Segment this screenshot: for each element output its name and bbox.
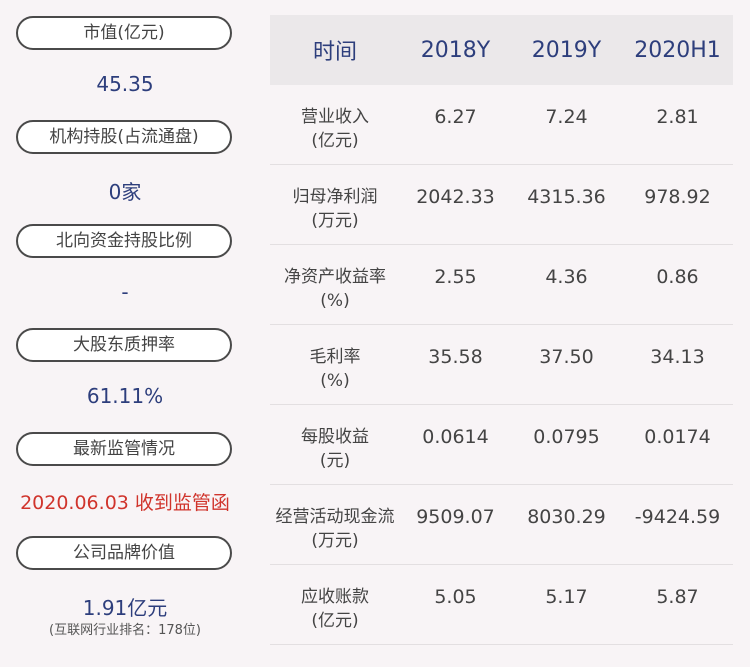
table-row: 应收账款 (亿元) 5.05 5.17 5.87 (270, 565, 733, 645)
table-header: 时间 2018Y 2019Y 2020H1 (270, 15, 733, 85)
institutional-holdings-label: 机构持股(占流通盘) (16, 120, 232, 154)
table-cell: 9509.07 (416, 506, 495, 528)
brand-rank-note: (互联网行业排名：178位) (49, 623, 201, 638)
table-row: 营业收入 (亿元) 6.27 7.24 2.81 (270, 85, 733, 165)
table-cell: 2042.33 (416, 186, 495, 208)
table-cell: 5.05 (434, 586, 477, 608)
table-row: 经营活动现金流 (万元) 9509.07 8030.29 -9424.59 (270, 485, 733, 565)
institutional-holdings-value: 0家 (108, 180, 142, 204)
table-row: 每股收益 (元) 0.0614 0.0795 0.0174 (270, 405, 733, 485)
stock-summary-panel: 市值(亿元) 45.35 机构持股(占流通盘) 0家 北向资金持股比例 - 大股… (0, 0, 250, 667)
table-cell: 2.55 (434, 266, 477, 288)
pledge-ratio-value: 61.11% (86, 384, 164, 408)
table-cell: 8030.29 (527, 506, 606, 528)
northbound-ratio-label: 北向资金持股比例 (16, 224, 232, 258)
table-cell: 5.17 (545, 586, 588, 608)
header-2020h1: 2020H1 (634, 37, 721, 63)
table-cell: 978.92 (644, 186, 711, 208)
row-label: 归母净利润 (万元) (292, 187, 378, 231)
table-cell: 37.50 (539, 346, 594, 368)
table-cell: 0.86 (656, 266, 699, 288)
pledge-ratio-label: 大股东质押率 (16, 328, 232, 362)
northbound-ratio-value: - (121, 280, 129, 304)
table-cell: 0.0174 (644, 426, 711, 448)
table-cell: 6.27 (434, 106, 477, 128)
market-cap-value: 45.35 (96, 72, 154, 96)
table-cell: 0.0614 (422, 426, 489, 448)
market-cap-label: 市值(亿元) (16, 16, 232, 50)
brand-value-label: 公司品牌价值 (16, 536, 232, 570)
financial-table: 时间 2018Y 2019Y 2020H1 营业收入 (亿元) 6.27 7.24… (270, 15, 733, 645)
row-label: 经营活动现金流 (万元) (275, 507, 395, 551)
header-2019: 2019Y (531, 37, 602, 63)
table-row: 归母净利润 (万元) 2042.33 4315.36 978.92 (270, 165, 733, 245)
table-row: 净资产收益率 (%) 2.55 4.36 0.86 (270, 245, 733, 325)
table-cell: 34.13 (650, 346, 705, 368)
table-cell: -9424.59 (634, 506, 721, 528)
row-label: 营业收入 (亿元) (301, 107, 369, 151)
table-cell: 5.87 (656, 586, 699, 608)
row-label: 净资产收益率 (%) (284, 267, 386, 311)
row-label: 毛利率 (%) (309, 347, 361, 391)
table-row: 毛利率 (%) 35.58 37.50 34.13 (270, 325, 733, 405)
row-label: 应收账款 (亿元) (301, 587, 369, 631)
brand-value-value: 1.91亿元 (82, 596, 168, 620)
table-cell: 35.58 (428, 346, 483, 368)
table-cell: 0.0795 (533, 426, 600, 448)
table-cell: 2.81 (656, 106, 699, 128)
header-2018: 2018Y (420, 37, 491, 63)
row-label: 每股收益 (元) (301, 427, 369, 471)
table-cell: 4315.36 (527, 186, 606, 208)
regulation-status-label: 最新监管情况 (16, 432, 232, 466)
header-time: 时间 (312, 40, 357, 65)
table-cell: 7.24 (545, 106, 588, 128)
regulation-status-value: 2020.06.03 收到监管函 (20, 492, 230, 514)
table-cell: 4.36 (545, 266, 588, 288)
